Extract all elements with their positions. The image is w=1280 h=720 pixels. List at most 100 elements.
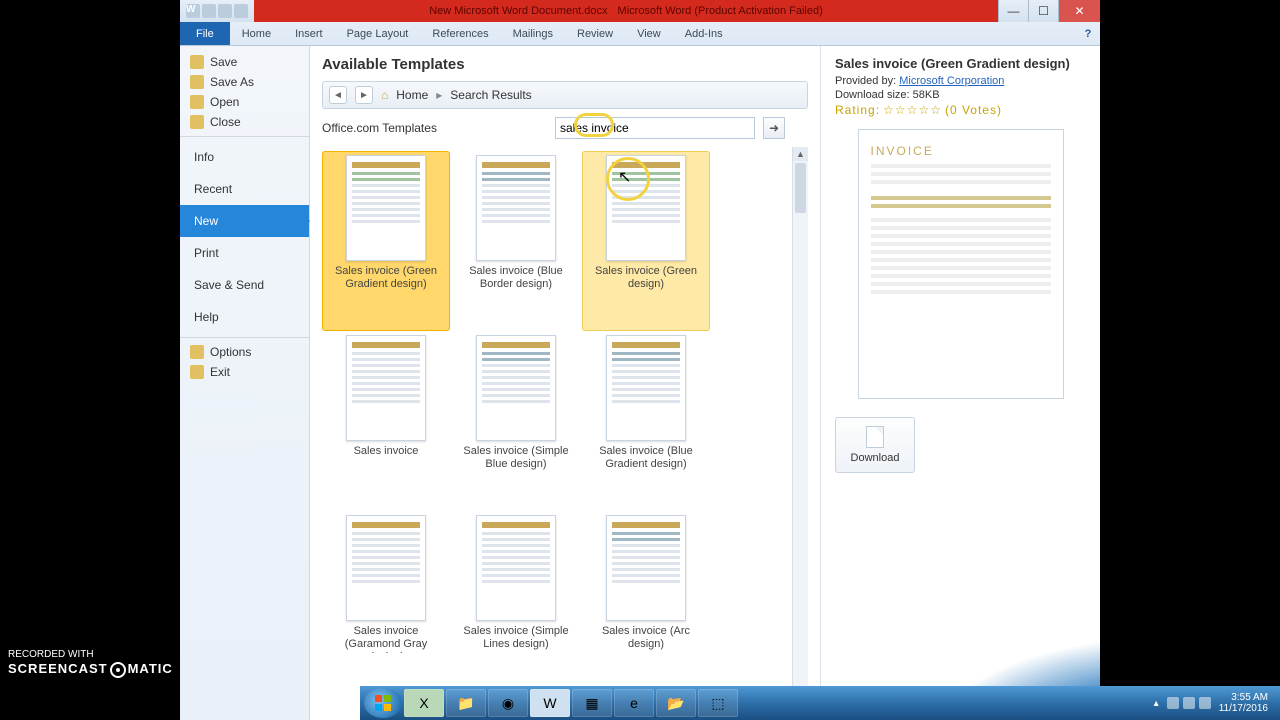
template-grid-wrap: Sales invoice (Green Gradient design)Sal… xyxy=(322,147,808,720)
provided-by-row: Provided by: Microsoft Corporation xyxy=(835,75,1086,87)
template-caption: Sales invoice (Arc design) xyxy=(586,625,706,653)
download-size-row: Download size: 58KB xyxy=(835,89,1086,101)
template-tile[interactable]: Sales invoice (Green design) xyxy=(582,151,710,331)
template-thumbnail xyxy=(476,335,556,441)
title-activation-banner: New Microsoft Word Document.docx Microso… xyxy=(254,0,998,22)
scroll-thumb[interactable] xyxy=(795,163,806,213)
nav-new[interactable]: New xyxy=(180,205,309,237)
crumb-home[interactable]: Home xyxy=(396,88,428,102)
taskbar-chrome[interactable]: ◉ xyxy=(488,689,528,717)
back-button[interactable]: ◄ xyxy=(329,86,347,104)
template-tile[interactable]: Sales invoice (Garamond Gray design) xyxy=(322,511,450,691)
tray-icon[interactable] xyxy=(1199,697,1211,709)
tray-clock[interactable]: 3:55 AM 11/17/2016 xyxy=(1219,692,1268,714)
tab-insert[interactable]: Insert xyxy=(283,22,335,45)
provider-link[interactable]: Microsoft Corporation xyxy=(899,75,1004,87)
screencastomatic-watermark: RECORDED WITH SCREENCASTMATIC xyxy=(8,649,173,678)
help-icon[interactable]: ? xyxy=(1076,22,1100,45)
template-tile[interactable]: Sales invoice (Arc design) xyxy=(582,511,710,691)
nav-close[interactable]: Close xyxy=(180,112,309,132)
template-thumbnail xyxy=(346,335,426,441)
nav-print[interactable]: Print xyxy=(180,237,309,269)
minimize-button[interactable]: — xyxy=(998,0,1028,22)
template-breadcrumb-bar: ◄ ► ⌂ Home ▸ Search Results xyxy=(322,81,808,109)
tab-mailings[interactable]: Mailings xyxy=(501,22,565,45)
qat-redo-icon[interactable] xyxy=(234,4,248,18)
window-buttons: — ☐ ✕ xyxy=(998,0,1100,22)
taskbar-explorer[interactable]: 📁 xyxy=(446,689,486,717)
tab-page-layout[interactable]: Page Layout xyxy=(335,22,421,45)
saveas-icon xyxy=(190,75,204,89)
tray-icon[interactable] xyxy=(1167,697,1179,709)
template-search-input[interactable] xyxy=(555,117,755,139)
tab-view[interactable]: View xyxy=(625,22,673,45)
taskbar-folder[interactable]: 📂 xyxy=(656,689,696,717)
scroll-up-arrow[interactable]: ▲ xyxy=(793,147,808,161)
taskbar-snip[interactable]: ⬚ xyxy=(698,689,738,717)
nav-save-send[interactable]: Save & Send xyxy=(180,269,309,301)
exit-icon xyxy=(190,365,204,379)
open-icon xyxy=(190,95,204,109)
preview-title: Sales invoice (Green Gradient design) xyxy=(835,56,1086,71)
template-tile[interactable]: Sales invoice (Simple Blue design) xyxy=(452,331,580,511)
nav-save-as[interactable]: Save As xyxy=(180,72,309,92)
nav-help[interactable]: Help xyxy=(180,301,309,333)
template-search-row: Office.com Templates ➜ xyxy=(322,115,808,141)
star-icons[interactable]: ☆☆☆☆☆ xyxy=(883,103,942,117)
system-tray: ▴ 3:55 AM 11/17/2016 xyxy=(1154,692,1276,714)
download-button[interactable]: Download xyxy=(835,417,915,473)
nav-open[interactable]: Open xyxy=(180,92,309,112)
search-go-button[interactable]: ➜ xyxy=(763,117,785,139)
nav-info[interactable]: Info xyxy=(180,141,309,173)
template-tile[interactable]: Sales invoice (Green Gradient design) xyxy=(322,151,450,331)
template-tile[interactable]: Sales invoice xyxy=(322,331,450,511)
template-tile[interactable]: Sales invoice (Simple Lines design) xyxy=(452,511,580,691)
template-thumbnail xyxy=(606,155,686,261)
maximize-button[interactable]: ☐ xyxy=(1028,0,1058,22)
search-scope-label: Office.com Templates xyxy=(322,121,547,135)
template-thumbnail xyxy=(476,155,556,261)
rating-row: Rating: ☆☆☆☆☆ (0 Votes) xyxy=(835,103,1086,117)
template-caption: Sales invoice (Blue Border design) xyxy=(456,265,576,293)
word-icon: W xyxy=(186,4,200,18)
template-tile[interactable]: Sales invoice (Blue Gradient design) xyxy=(582,331,710,511)
templates-area: Available Templates ◄ ► ⌂ Home ▸ Search … xyxy=(310,46,820,720)
nav-divider xyxy=(180,136,309,137)
backstage-view: Save Save As Open Close Info Recent New … xyxy=(180,46,1100,720)
backstage-left-nav: Save Save As Open Close Info Recent New … xyxy=(180,46,310,720)
close-window-button[interactable]: ✕ xyxy=(1058,0,1100,22)
download-doc-icon xyxy=(866,426,884,448)
start-button[interactable] xyxy=(364,688,402,718)
tab-review[interactable]: Review xyxy=(565,22,625,45)
taskbar-excel[interactable]: X xyxy=(404,689,444,717)
taskbar-ie[interactable]: e xyxy=(614,689,654,717)
tab-home[interactable]: Home xyxy=(230,22,283,45)
tray-chevron-icon[interactable]: ▴ xyxy=(1154,698,1159,709)
tab-references[interactable]: References xyxy=(420,22,500,45)
app-title: Microsoft Word (Product Activation Faile… xyxy=(618,5,823,17)
file-tab[interactable]: File xyxy=(180,22,230,45)
crumb-search-results: Search Results xyxy=(450,88,531,102)
tray-icon[interactable] xyxy=(1183,697,1195,709)
template-tile[interactable]: Sales invoice (Blue Border design) xyxy=(452,151,580,331)
nav-recent[interactable]: Recent xyxy=(180,173,309,205)
tab-add-ins[interactable]: Add-Ins xyxy=(673,22,735,45)
home-icon[interactable]: ⌂ xyxy=(381,88,388,102)
template-caption: Sales invoice (Garamond Gray design) xyxy=(326,625,446,653)
forward-button[interactable]: ► xyxy=(355,86,373,104)
chevron-right-icon: ▸ xyxy=(436,88,442,102)
template-thumbnail xyxy=(346,155,426,261)
windows-logo-icon xyxy=(374,694,392,712)
template-thumbnail xyxy=(606,335,686,441)
nav-save[interactable]: Save xyxy=(180,52,309,72)
taskbar-word[interactable]: W xyxy=(530,689,570,717)
nav-options[interactable]: Options xyxy=(180,342,309,362)
qat-undo-icon[interactable] xyxy=(218,4,232,18)
votes-count: (0 Votes) xyxy=(945,103,1002,117)
taskbar-app[interactable]: ▦ xyxy=(572,689,612,717)
qat-save-icon[interactable] xyxy=(202,4,216,18)
nav-exit[interactable]: Exit xyxy=(180,362,309,382)
vertical-scrollbar[interactable]: ▲ ▼ xyxy=(792,147,808,720)
close-doc-icon xyxy=(190,115,204,129)
word-window: W New Microsoft Word Document.docx Micro… xyxy=(180,0,1100,720)
